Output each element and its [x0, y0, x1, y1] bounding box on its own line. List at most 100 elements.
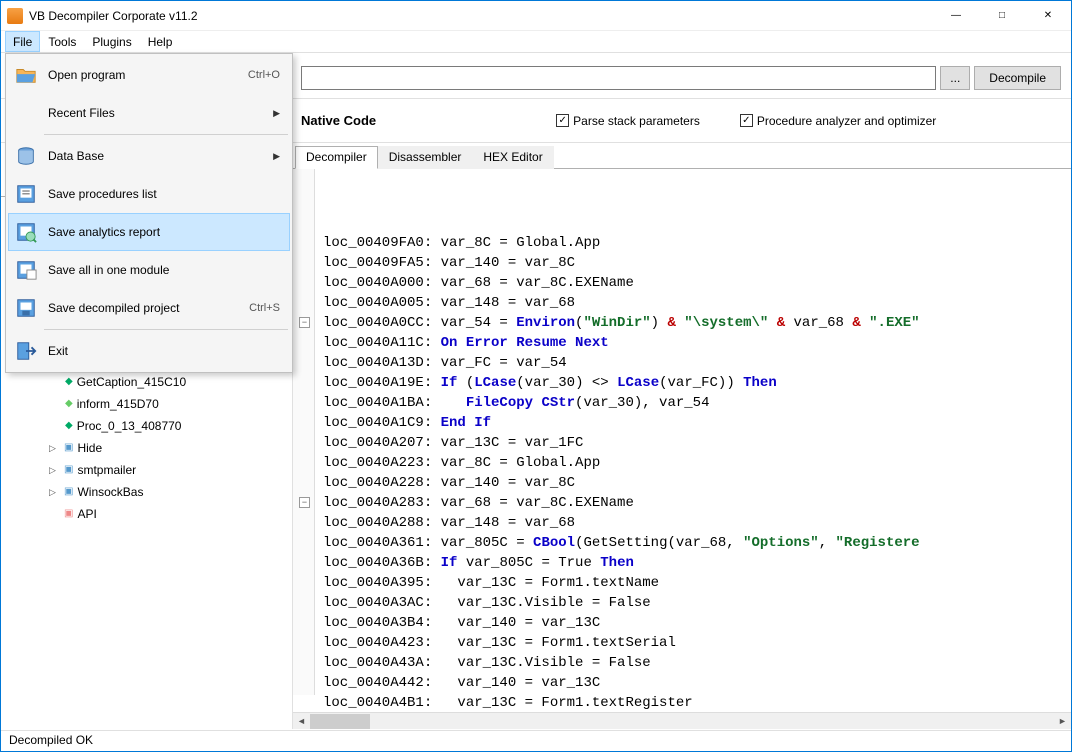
fold-icon[interactable]: − [299, 317, 310, 328]
tree-item[interactable]: ▷▣smtpmailer [21, 459, 292, 481]
code-line: loc_0040A223: var_8C = Global.App [323, 453, 1071, 473]
proc-icon: ◆ [65, 415, 73, 437]
tree-item[interactable]: ▷▣WinsockBas [21, 481, 292, 503]
code-line: loc_0040A1BA: FileCopy CStr(var_30), var… [323, 393, 1071, 413]
horizontal-scrollbar[interactable]: ◄ ► [293, 712, 1071, 729]
menubar: File Tools Plugins Help [1, 31, 1071, 53]
file-menu-dropdown: Open programCtrl+ORecent Files▶Data Base… [5, 53, 293, 373]
code-line: loc_00409FA5: var_140 = var_8C [323, 253, 1071, 273]
code-line: loc_0040A3B4: var_140 = var_13C [323, 613, 1071, 633]
code-line: loc_0040A288: var_148 = var_68 [323, 513, 1071, 533]
titlebar: VB Decompiler Corporate v11.2 — □ ✕ [1, 1, 1071, 31]
browse-button[interactable]: ... [940, 66, 970, 90]
expand-icon[interactable]: ▷ [47, 465, 58, 476]
code-line: loc_0040A423: var_13C = Form1.textSerial [323, 633, 1071, 653]
tree-item[interactable]: ▷▣Hide [21, 437, 292, 459]
save-module-icon [14, 258, 38, 282]
menu-item-label: Recent Files [48, 106, 263, 120]
code-line: loc_0040A395: var_13C = Form1.textName [323, 573, 1071, 593]
submenu-arrow-icon: ▶ [273, 108, 280, 119]
code-line: loc_0040A19E: If (LCase(var_30) <> LCase… [323, 373, 1071, 393]
submenu-arrow-icon: ▶ [273, 151, 280, 162]
proc-icon: ◆ [65, 371, 73, 393]
maximize-button[interactable]: □ [979, 1, 1025, 30]
code-line: loc_0040A283: var_68 = var_8C.EXEName [323, 493, 1071, 513]
menu-tools[interactable]: Tools [40, 31, 84, 52]
code-line: loc_0040A36B: If var_805C = True Then [323, 553, 1071, 573]
fold-icon[interactable]: − [299, 497, 310, 508]
tree-item[interactable]: ◆GetCaption_415C10 [21, 371, 292, 393]
menu-item-label: Save procedures list [48, 187, 284, 201]
code-line: loc_0040A3AC: var_13C.Visible = False [323, 593, 1071, 613]
expand-icon[interactable]: ▷ [47, 443, 58, 454]
tree-item-label: inform_415D70 [77, 393, 159, 415]
tree-item-label: Proc_0_13_408770 [77, 415, 182, 437]
code-line: loc_0040A11C: On Error Resume Next [323, 333, 1071, 353]
tree-item[interactable]: ▣API [21, 503, 292, 525]
code-line: loc_00409FA0: var_8C = Global.App [323, 233, 1071, 253]
minimize-button[interactable]: — [933, 1, 979, 30]
tree-item-label: GetCaption_415C10 [77, 371, 186, 393]
app-icon [7, 8, 23, 24]
menu-item-recent-files[interactable]: Recent Files ▶ [8, 94, 290, 132]
code-line: loc_0040A005: var_148 = var_68 [323, 293, 1071, 313]
proc-analyzer-label: Procedure analyzer and optimizer [757, 114, 936, 128]
tab-hex-editor[interactable]: HEX Editor [472, 146, 553, 169]
menu-item-save-all-in-one-module[interactable]: Save all in one module [8, 251, 290, 289]
menu-item-label: Save analytics report [48, 225, 284, 239]
menu-shortcut: Ctrl+S [249, 302, 280, 314]
code-line: loc_0040A361: var_805C = CBool(GetSettin… [323, 533, 1071, 553]
menu-item-label: Open program [48, 68, 238, 82]
code-gutter: −− [293, 169, 315, 695]
checkbox-icon: ✓ [740, 114, 753, 127]
tree-item-label: API [77, 503, 96, 525]
scroll-thumb[interactable] [310, 714, 370, 729]
menu-item-open-program[interactable]: Open programCtrl+O [8, 56, 290, 94]
menu-item-label: Save all in one module [48, 263, 284, 277]
save-list-icon [14, 182, 38, 206]
native-code-label: Native Code [301, 113, 376, 128]
blank-icon [14, 101, 38, 125]
window-controls: — □ ✕ [933, 1, 1071, 30]
menu-item-label: Data Base [48, 149, 263, 163]
tree-item-label: smtpmailer [77, 459, 136, 481]
menu-item-data-base[interactable]: Data Base ▶ [8, 137, 290, 175]
close-button[interactable]: ✕ [1025, 1, 1071, 30]
tab-decompiler[interactable]: Decompiler [295, 146, 378, 169]
parse-stack-checkbox[interactable]: ✓ Parse stack parameters [556, 114, 700, 128]
parse-stack-label: Parse stack parameters [573, 114, 700, 128]
menu-item-save-analytics-report[interactable]: Save analytics report [8, 213, 290, 251]
code-view[interactable]: −− loc_00409FA0: var_8C = Global.Apploc_… [293, 169, 1071, 712]
code-tabs: Decompiler Disassembler HEX Editor [293, 145, 1071, 169]
folder-open-icon [14, 63, 38, 87]
path-input[interactable] [301, 66, 936, 90]
code-line: loc_0040A000: var_68 = var_8C.EXEName [323, 273, 1071, 293]
menu-file[interactable]: File [5, 31, 40, 52]
menu-item-save-decompiled-project[interactable]: Save decompiled project Ctrl+S [8, 289, 290, 327]
scroll-right-icon[interactable]: ► [1054, 713, 1071, 730]
code-line: loc_0040A207: var_13C = var_1FC [323, 433, 1071, 453]
menu-item-save-procedures-list[interactable]: Save procedures list [8, 175, 290, 213]
scroll-left-icon[interactable]: ◄ [293, 713, 310, 730]
menu-separator [44, 134, 288, 135]
menu-plugins[interactable]: Plugins [84, 31, 139, 52]
menu-item-label: Save decompiled project [48, 301, 239, 315]
menu-item-exit[interactable]: Exit [8, 332, 290, 370]
tab-disassembler[interactable]: Disassembler [378, 146, 473, 169]
code-line: loc_0040A4B1: var_13C = Form1.textRegist… [323, 693, 1071, 712]
api-icon: ▣ [64, 503, 73, 525]
tree-item[interactable]: ◆inform_415D70 [21, 393, 292, 415]
menu-help[interactable]: Help [140, 31, 181, 52]
expand-icon[interactable]: ▷ [47, 487, 58, 498]
save-analytics-icon [14, 220, 38, 244]
code-line: loc_0040A442: var_140 = var_13C [323, 673, 1071, 693]
code-line: loc_0040A13D: var_FC = var_54 [323, 353, 1071, 373]
database-icon [14, 144, 38, 168]
proc-analyzer-checkbox[interactable]: ✓ Procedure analyzer and optimizer [740, 114, 936, 128]
menu-separator [44, 329, 288, 330]
decompile-button[interactable]: Decompile [974, 66, 1061, 90]
statusbar: Decompiled OK [1, 730, 1071, 751]
tree-item[interactable]: ◆Proc_0_13_408770 [21, 415, 292, 437]
code-line: loc_0040A228: var_140 = var_8C [323, 473, 1071, 493]
code-line: loc_0040A43A: var_13C.Visible = False [323, 653, 1071, 673]
